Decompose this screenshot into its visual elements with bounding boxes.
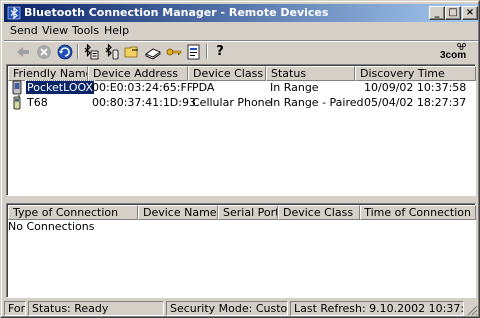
bluetooth-app-icon — [7, 6, 21, 20]
logo-text: 3com — [440, 50, 467, 61]
menu-send[interactable]: Send — [10, 24, 38, 37]
col-connection-time[interactable]: Time of Connection — [360, 205, 476, 220]
pim-sync-icon[interactable] — [144, 43, 162, 61]
col-friendly-name[interactable]: Friendly Name — [8, 66, 88, 81]
key-icon[interactable] — [165, 43, 183, 61]
device-name: T68 — [27, 96, 48, 109]
discovery-time: 10/09/02 10:37:58 — [364, 81, 467, 94]
status-bar: For H Status: Ready Security Mode: Custo… — [4, 300, 478, 316]
window-frame: Bluetooth Connection Manager - Remote De… — [1, 1, 479, 317]
last-refresh: Last Refresh: 9.10.2002 10:37:58 — [290, 301, 464, 316]
col-conn-device-class[interactable]: Device Class — [278, 205, 360, 220]
device-status: In Range — [270, 81, 319, 94]
no-connections-text: No Connections — [8, 220, 95, 233]
pda-icon — [10, 80, 24, 95]
help-icon[interactable]: ? — [211, 43, 229, 61]
properties-icon[interactable] — [185, 43, 203, 61]
menu-view[interactable]: View — [42, 24, 68, 37]
refresh-icon[interactable] — [56, 43, 74, 61]
device-status: In Range - Paired — [270, 96, 364, 109]
security-mode: Security Mode: Custom — [166, 301, 288, 316]
col-discovery-time[interactable]: Discovery Time — [355, 66, 476, 81]
toolbar: ? 3com — [4, 42, 478, 62]
device-name: PocketLOOX — [25, 80, 95, 95]
title-bar[interactable]: Bluetooth Connection Manager - Remote De… — [4, 4, 478, 22]
devices-list-inner: Friendly Name Device Address Device Clas… — [7, 65, 476, 195]
device-address: 00:E0:03:24:65:FF — [92, 81, 194, 94]
status-panel-help: For H — [4, 301, 26, 316]
back-arrow-icon[interactable] — [14, 43, 32, 61]
toolbar-separator — [77, 44, 79, 59]
col-status[interactable]: Status — [266, 66, 355, 81]
connections-list[interactable]: Type of Connection Device Name Serial Po… — [6, 203, 476, 298]
col-device-name[interactable]: Device Name — [138, 205, 218, 220]
devices-list[interactable]: Friendly Name Device Address Device Clas… — [6, 64, 476, 196]
3com-logo: 3com — [438, 42, 472, 62]
col-device-class[interactable]: Device Class — [188, 66, 266, 81]
window-title: Bluetooth Connection Manager - Remote De… — [24, 6, 329, 19]
send-file-icon[interactable] — [123, 43, 141, 61]
col-device-address[interactable]: Device Address — [88, 66, 188, 81]
app-window: Bluetooth Connection Manager - Remote De… — [0, 0, 480, 318]
table-row[interactable]: PocketLOOX 00:E0:03:24:65:FF PDA In Rang… — [8, 80, 474, 95]
col-serial-port[interactable]: Serial Port — [218, 205, 278, 220]
phone-icon — [10, 95, 24, 110]
discovery-time: 05/04/02 18:27:37 — [364, 96, 467, 109]
minimize-button[interactable]: _ — [429, 6, 445, 20]
device-address: 00:80:37:41:1D:93 — [92, 96, 196, 109]
table-row[interactable]: T68 00:80:37:41:1D:93 Cellular Phone In … — [8, 95, 474, 110]
stop-icon[interactable] — [35, 43, 53, 61]
close-button[interactable]: × — [462, 6, 478, 20]
connect-icon[interactable] — [103, 43, 121, 61]
menu-bar: Send View Tools Help — [4, 22, 478, 40]
toolbar-separator — [206, 44, 208, 59]
maximize-button[interactable]: □ — [445, 6, 461, 20]
menu-tools[interactable]: Tools — [72, 24, 99, 37]
status-ready: Status: Ready — [28, 301, 164, 316]
menu-help[interactable]: Help — [104, 24, 129, 37]
bluetooth-search-icon[interactable] — [82, 43, 100, 61]
col-connection-type[interactable]: Type of Connection — [8, 205, 138, 220]
connections-list-inner: Type of Connection Device Name Serial Po… — [7, 204, 476, 297]
resize-grip-icon[interactable] — [466, 304, 478, 316]
device-class: PDA — [192, 81, 215, 94]
device-class: Cellular Phone — [192, 96, 272, 109]
